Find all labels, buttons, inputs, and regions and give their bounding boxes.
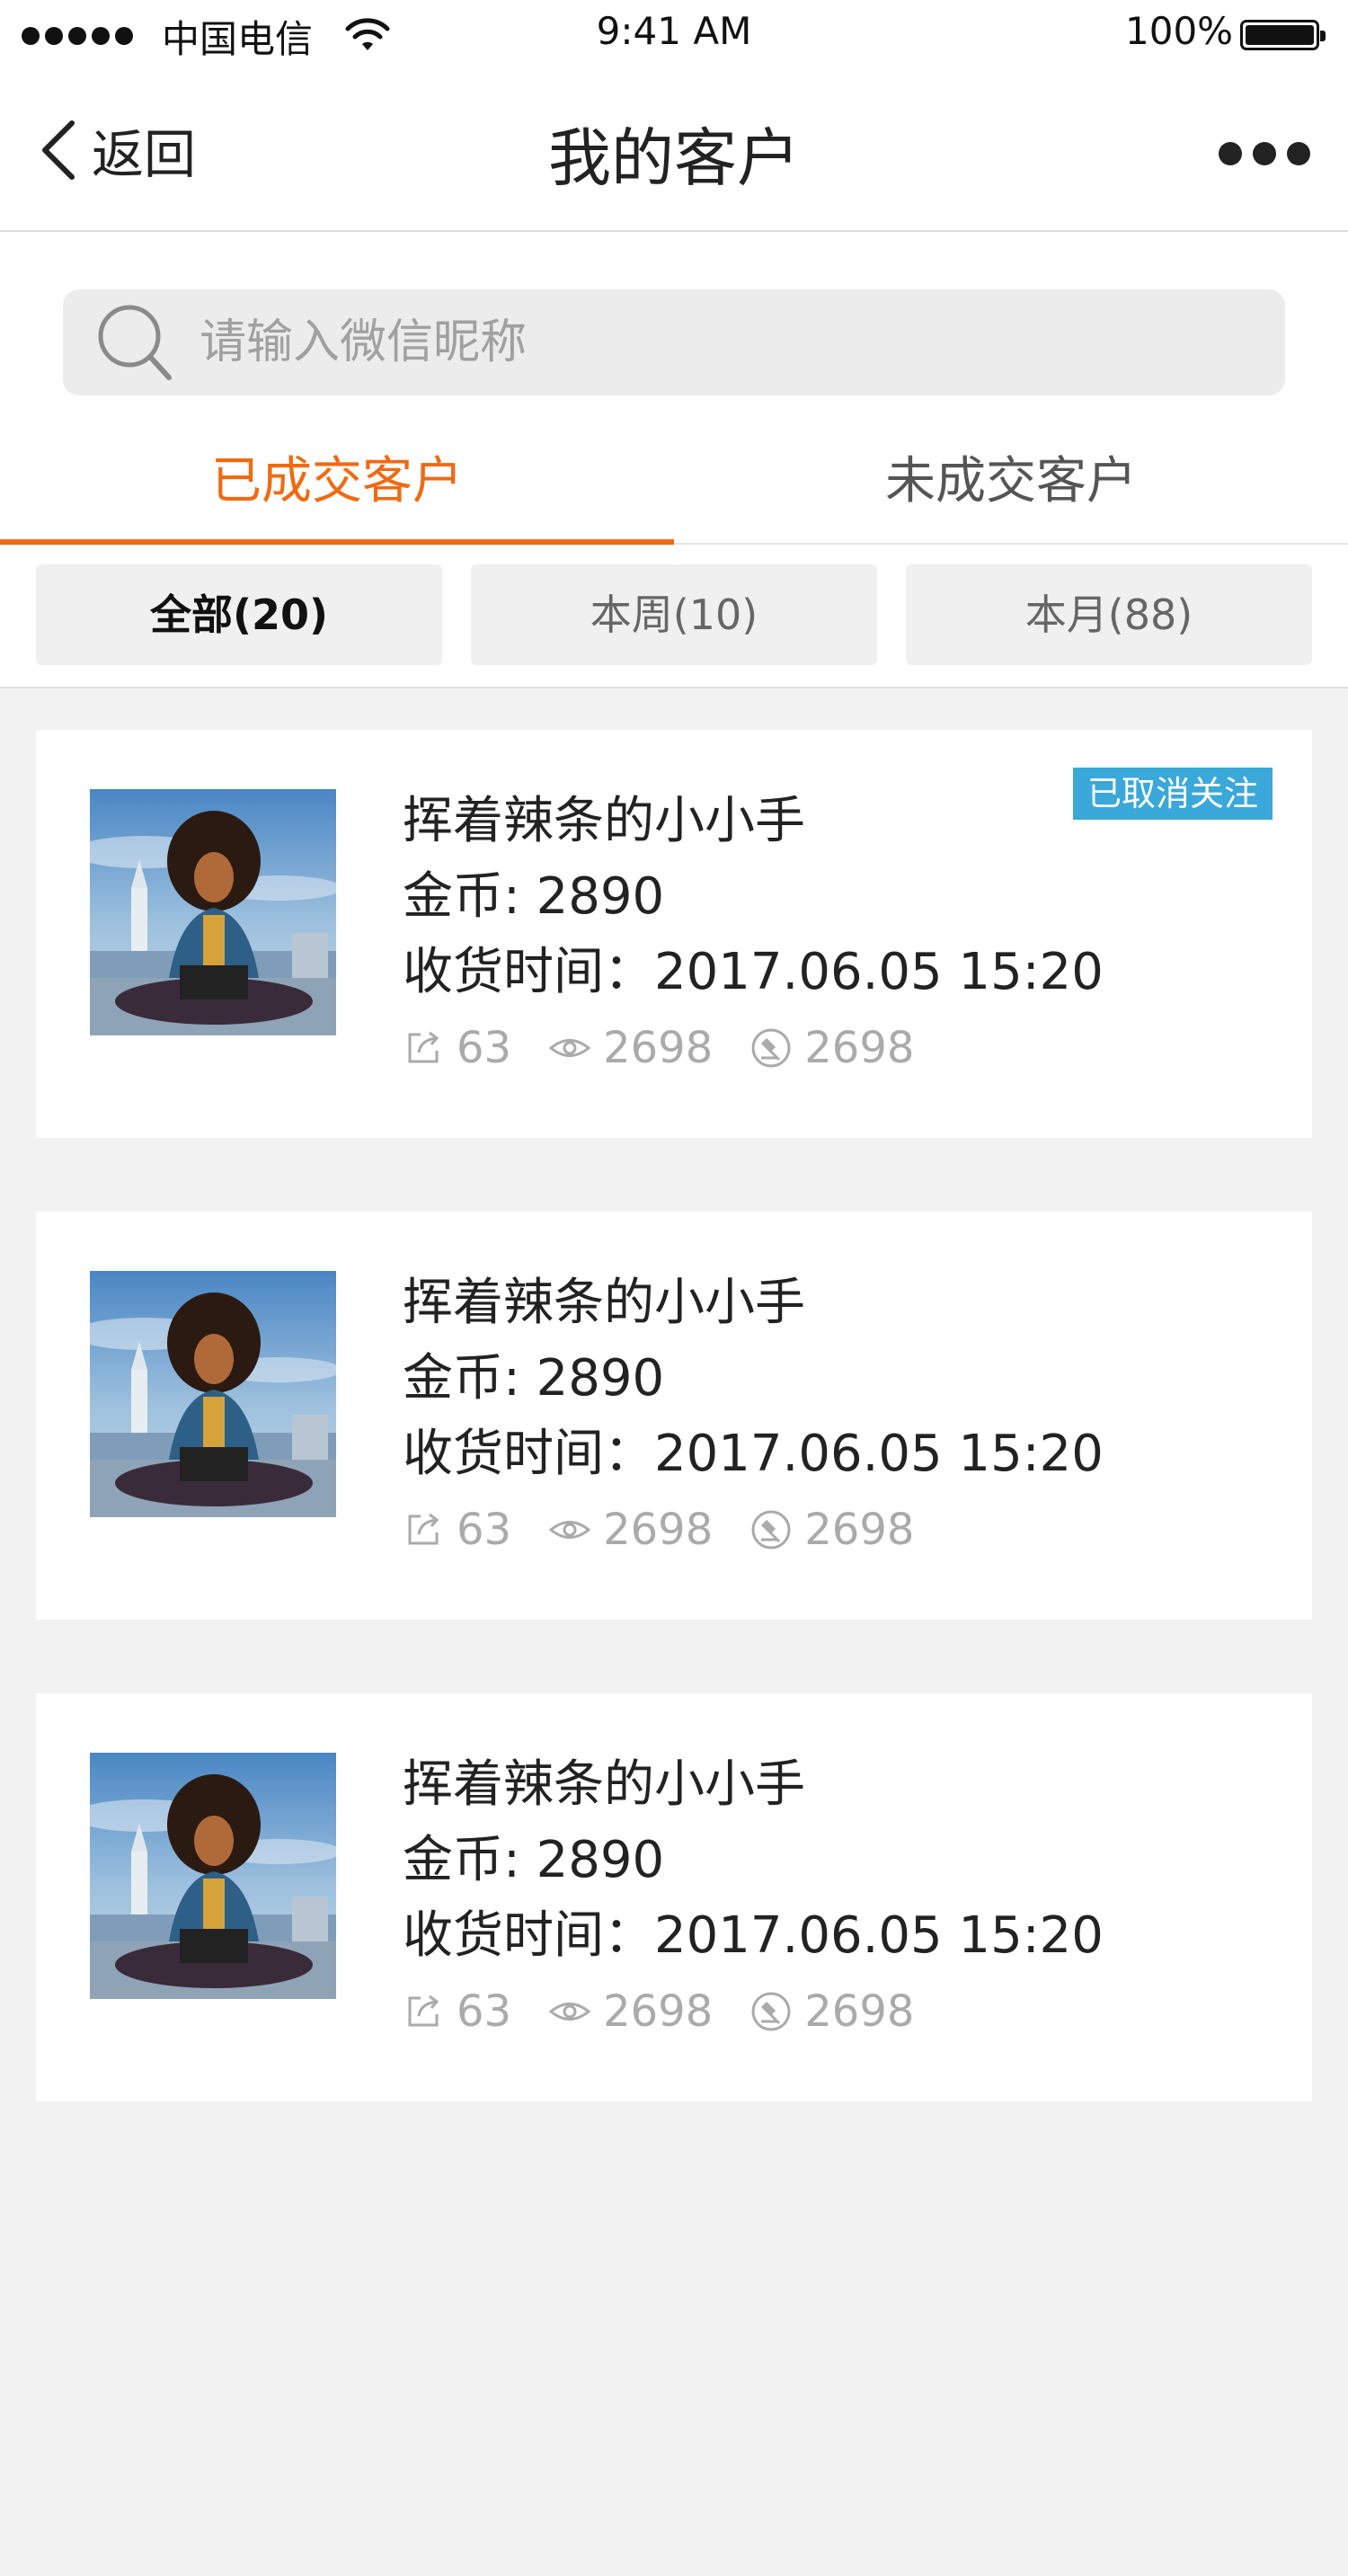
hammer-icon — [751, 1028, 791, 1068]
battery-percent: 100% — [1125, 9, 1234, 53]
avatar — [90, 789, 336, 1035]
deals-stat: 2698 — [750, 1505, 914, 1555]
share-icon — [408, 1031, 439, 1063]
more-dot-icon — [1219, 142, 1242, 165]
search-section — [0, 232, 1348, 421]
more-button[interactable] — [1219, 142, 1310, 165]
share-icon — [408, 1513, 439, 1545]
filter-this-week[interactable]: 本周(10) — [471, 564, 877, 665]
tab-open-customers[interactable]: 未成交客户 — [674, 421, 1348, 543]
coin-balance: 金币: 2890 — [403, 1831, 665, 1889]
search-input[interactable] — [198, 315, 1190, 370]
hammer-icon — [751, 1992, 791, 2031]
views-stat: 2698 — [549, 1505, 713, 1555]
receipt-time: 收货时间：2017.06.05 15:20 — [403, 943, 1104, 1001]
hammer-icon — [751, 1510, 791, 1550]
deal-count: 2698 — [804, 1986, 915, 2037]
share-stat: 63 — [403, 1986, 511, 2037]
view-count: 2698 — [603, 1505, 714, 1555]
more-dot-icon — [1287, 142, 1310, 165]
receipt-time: 收货时间：2017.06.05 15:20 — [403, 1425, 1104, 1483]
deal-count: 2698 — [804, 1023, 915, 1073]
status-bar: 中国电信 9:41 AM 100% — [0, 0, 1348, 72]
period-filters: 全部(20) 本周(10) 本月(88) — [0, 545, 1348, 688]
eye-icon — [549, 1521, 591, 1539]
customer-card[interactable]: 挥着辣条的小小手 金币: 2890 收货时间：2017.06.05 15:20 … — [36, 1693, 1312, 2101]
filter-all[interactable]: 全部(20) — [36, 564, 442, 665]
views-stat: 2698 — [549, 1986, 713, 2037]
share-stat: 63 — [403, 1505, 511, 1555]
share-count: 63 — [457, 1023, 512, 1073]
search-icon — [98, 305, 172, 380]
share-count: 63 — [457, 1986, 512, 2037]
coin-balance: 金币: 2890 — [403, 867, 665, 926]
share-count: 63 — [457, 1505, 512, 1555]
avatar — [90, 1753, 336, 1999]
deal-count: 2698 — [804, 1505, 915, 1555]
status-badge: 已取消关注 — [1072, 768, 1273, 820]
battery-icon — [1240, 20, 1326, 50]
customer-card[interactable]: 挥着辣条的小小手 金币: 2890 收货时间：2017.06.05 15:20 … — [36, 730, 1312, 1138]
coin-balance: 金币: 2890 — [403, 1349, 665, 1408]
eye-icon — [549, 2003, 591, 2021]
nav-bar: 返回 我的客户 — [0, 72, 1348, 232]
search-bar[interactable] — [63, 289, 1285, 395]
tab-closed-customers[interactable]: 已成交客户 — [0, 421, 674, 545]
customer-name: 挥着辣条的小小手 — [403, 1755, 805, 1814]
view-count: 2698 — [603, 1023, 714, 1073]
view-count: 2698 — [603, 1986, 714, 2037]
receipt-time: 收货时间：2017.06.05 15:20 — [403, 1906, 1104, 1965]
customer-name: 挥着辣条的小小手 — [403, 1274, 805, 1332]
eye-icon — [549, 1039, 591, 1057]
customer-stats: 63 2698 2698 — [403, 1986, 952, 2037]
customer-stats: 63 2698 2698 — [403, 1505, 952, 1555]
customer-tabs: 已成交客户 未成交客户 — [0, 421, 1348, 545]
deals-stat: 2698 — [750, 1023, 914, 1073]
customer-stats: 63 2698 2698 — [403, 1023, 952, 1073]
customer-card[interactable]: 挥着辣条的小小手 金币: 2890 收货时间：2017.06.05 15:20 … — [36, 1212, 1312, 1620]
share-icon — [408, 1994, 439, 2027]
avatar — [90, 1271, 336, 1517]
page-title: 我的客户 — [548, 121, 800, 195]
more-dot-icon — [1253, 142, 1276, 165]
deals-stat: 2698 — [750, 1986, 914, 2037]
views-stat: 2698 — [549, 1023, 713, 1073]
filter-this-month[interactable]: 本月(88) — [906, 564, 1312, 665]
customer-name: 挥着辣条的小小手 — [403, 792, 805, 850]
share-stat: 63 — [403, 1023, 511, 1073]
